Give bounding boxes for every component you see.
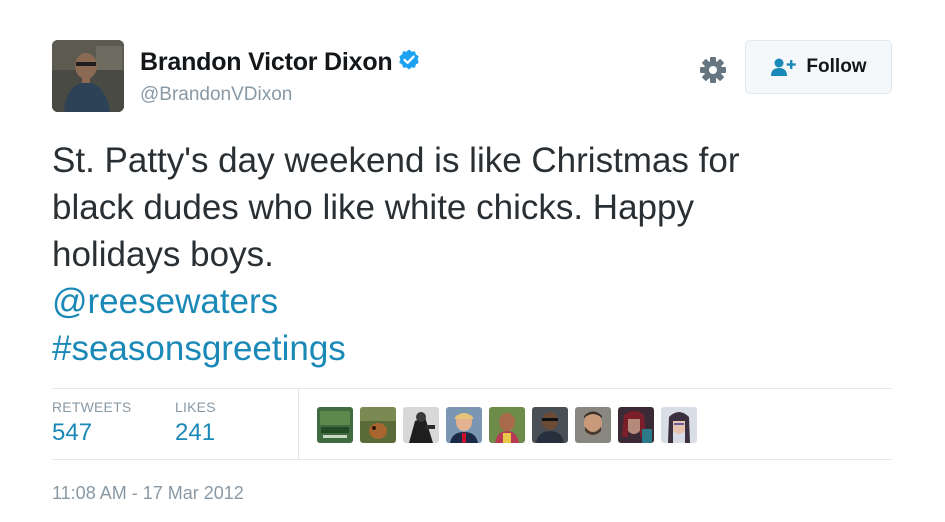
tweet-text: St. Patty's day weekend is like Christma…: [52, 137, 872, 372]
liker-avatar[interactable]: [360, 407, 396, 443]
tweet-text-line: holidays boys.: [52, 235, 274, 274]
liker-avatar[interactable]: [532, 407, 568, 443]
user-name-text[interactable]: Brandon Victor Dixon: [140, 48, 393, 76]
liker-avatar[interactable]: [489, 407, 525, 443]
liker-avatar[interactable]: [317, 407, 353, 443]
liker-avatar[interactable]: [618, 407, 654, 443]
mention-link[interactable]: @reesewaters: [52, 282, 278, 321]
follow-button[interactable]: Follow: [745, 40, 892, 94]
avatar[interactable]: [52, 40, 124, 112]
likes-stat[interactable]: LIKES 241: [175, 399, 216, 447]
add-user-icon: [770, 57, 798, 77]
user-name[interactable]: Brandon Victor Dixon: [140, 48, 421, 77]
tweet-text-line: St. Patty's day weekend is like Christma…: [52, 141, 740, 180]
retweets-count: 547: [52, 419, 93, 446]
tweet-text-line: black dudes who like white chicks. Happy: [52, 188, 694, 227]
hashtag-link[interactable]: #seasonsgreetings: [52, 329, 346, 368]
liker-avatar[interactable]: [575, 407, 611, 443]
divider: [52, 388, 892, 389]
tweet-timestamp[interactable]: 11:08 AM - 17 Mar 2012: [52, 483, 244, 504]
liker-avatar[interactable]: [661, 407, 697, 443]
likes-label: LIKES: [175, 399, 216, 415]
retweets-label: RETWEETS: [52, 399, 132, 415]
likes-count: 241: [175, 419, 216, 446]
tweet-card: Brandon Victor Dixon @BrandonVDixon Foll…: [0, 0, 945, 522]
follow-label: Follow: [806, 56, 867, 77]
gear-icon[interactable]: [698, 55, 728, 85]
liker-avatar[interactable]: [403, 407, 439, 443]
liker-avatar[interactable]: [446, 407, 482, 443]
divider: [52, 459, 892, 460]
retweets-stat[interactable]: RETWEETS 547: [52, 399, 131, 447]
likers-avatars: [317, 407, 697, 443]
divider: [298, 389, 299, 459]
user-handle[interactable]: @BrandonVDixon: [140, 84, 292, 106]
verified-badge-icon: [397, 48, 421, 72]
